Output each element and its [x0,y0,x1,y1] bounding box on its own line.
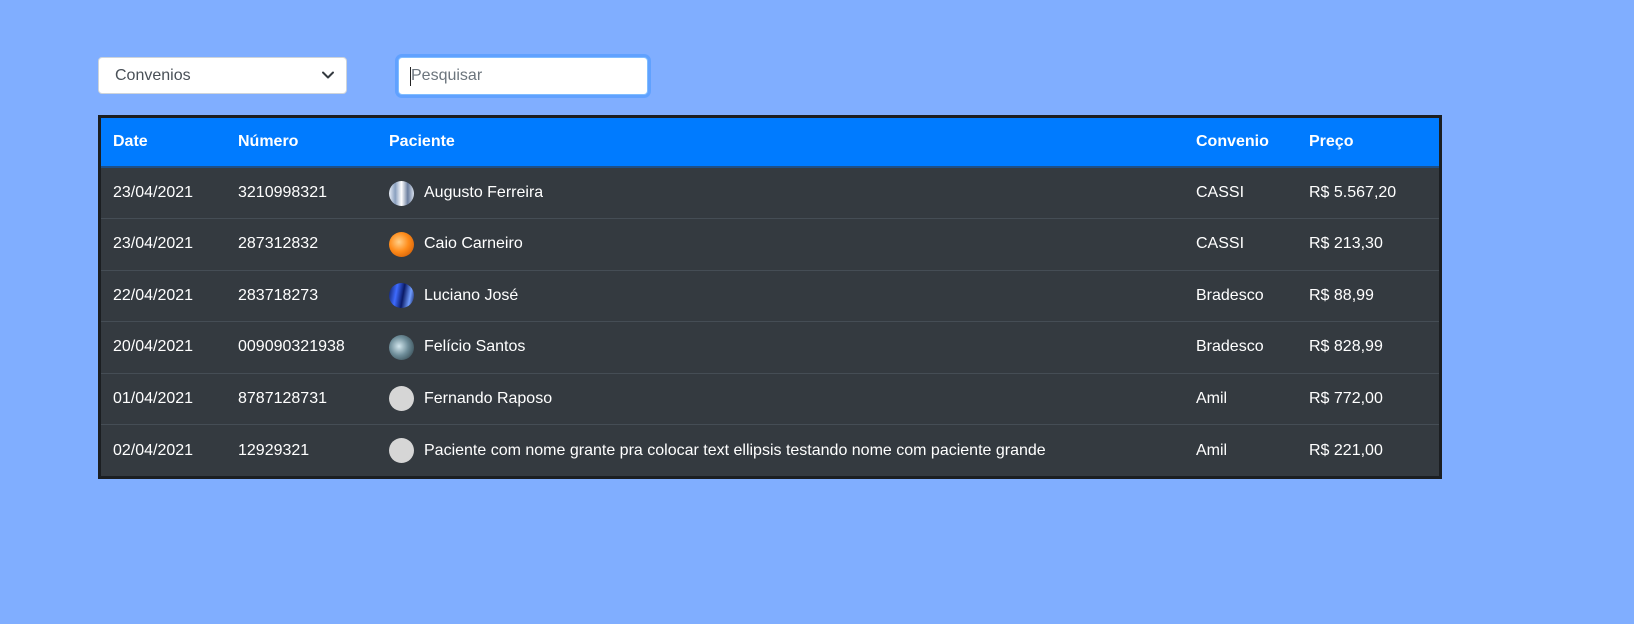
search-input[interactable] [398,57,648,95]
text-cursor [410,67,411,86]
table-row[interactable]: 23/04/2021 287312832 Caio Carneiro CASSI… [101,218,1439,270]
cell-preco: R$ 772,00 [1297,372,1439,425]
cell-paciente: Fernando Raposo [377,372,1184,425]
patient-avatar [389,386,414,412]
table-row[interactable]: 02/04/2021 12929321 Paciente com nome gr… [101,424,1439,476]
cell-numero: 3210998321 [238,184,327,201]
cell-convenio: CASSI [1184,218,1297,270]
table-header-row: Date Número Paciente Convenio Preço [101,118,1439,168]
cell-preco: R$ 213,30 [1297,218,1439,270]
header-convenio[interactable]: Convenio [1184,118,1297,168]
cell-convenio: Amil [1184,372,1297,425]
table-row[interactable]: 22/04/2021 283718273 Luciano José Brades… [101,269,1439,322]
cell-paciente: Augusto Ferreira [377,167,1184,219]
header-paciente[interactable]: Paciente [377,118,1184,168]
patient-name: Paciente com nome grante pra colocar tex… [424,441,1046,459]
cell-convenio: Bradesco [1184,269,1297,322]
table-row[interactable]: 20/04/2021 009090321938 Felício Santos B… [101,321,1439,373]
cell-numero: 283718273 [226,269,377,322]
patient-name: Felício Santos [424,338,526,356]
header-preco[interactable]: Preço [1297,118,1439,168]
filter-bar: Convenios [98,57,650,95]
cell-numero: 287312832 [226,218,377,270]
patient-avatar [389,231,414,257]
patient-name: Fernando Raposo [424,389,553,407]
patient-avatar [389,438,414,463]
cell-date: 02/04/2021 [101,424,226,476]
cell-numero: 8787128731 [226,372,377,425]
convenio-select[interactable]: Convenios [98,57,347,94]
cell-date: 23/04/2021 [113,184,194,201]
cell-preco: R$ 828,99 [1297,321,1439,373]
patient-avatar [389,180,414,206]
table-row[interactable]: 01/04/2021 8787128731 Fernando Raposo Am… [101,372,1439,425]
table-row[interactable]: 23/04/2021 3210998321 Augusto Ferreira C… [101,167,1439,219]
cell-convenio: Amil [1184,424,1297,476]
patient-avatar [389,334,414,360]
cell-paciente: Felício Santos [377,321,1184,373]
cell-preco: R$ 5.567,20 [1309,184,1397,201]
patient-avatar [389,283,414,309]
chevron-down-icon [322,71,334,79]
convenio-select-value: Convenios [115,67,191,84]
cell-paciente: Caio Carneiro [377,218,1184,270]
cell-preco: R$ 88,99 [1297,269,1439,322]
cell-paciente: Luciano José [377,269,1184,322]
cell-date: 01/04/2021 [101,372,226,425]
patient-name: Caio Carneiro [424,235,523,253]
cell-numero: 009090321938 [226,321,377,373]
cell-date: 23/04/2021 [101,218,226,270]
cell-date: 20/04/2021 [101,321,226,373]
cell-convenio: Bradesco [1184,321,1297,373]
header-date[interactable]: Date [101,118,226,168]
cell-convenio: CASSI [1196,184,1245,201]
cell-date: 22/04/2021 [101,269,226,322]
patient-name: Luciano José [424,286,519,304]
cell-paciente: Paciente com nome grante pra colocar tex… [377,424,1184,476]
cell-numero: 12929321 [226,424,377,476]
header-numero[interactable]: Número [226,118,377,168]
appointments-table: Date Número Paciente Convenio Preço 23/0… [98,115,1442,479]
cell-preco: R$ 221,00 [1297,424,1439,476]
patient-name: Augusto Ferreira [424,184,544,201]
